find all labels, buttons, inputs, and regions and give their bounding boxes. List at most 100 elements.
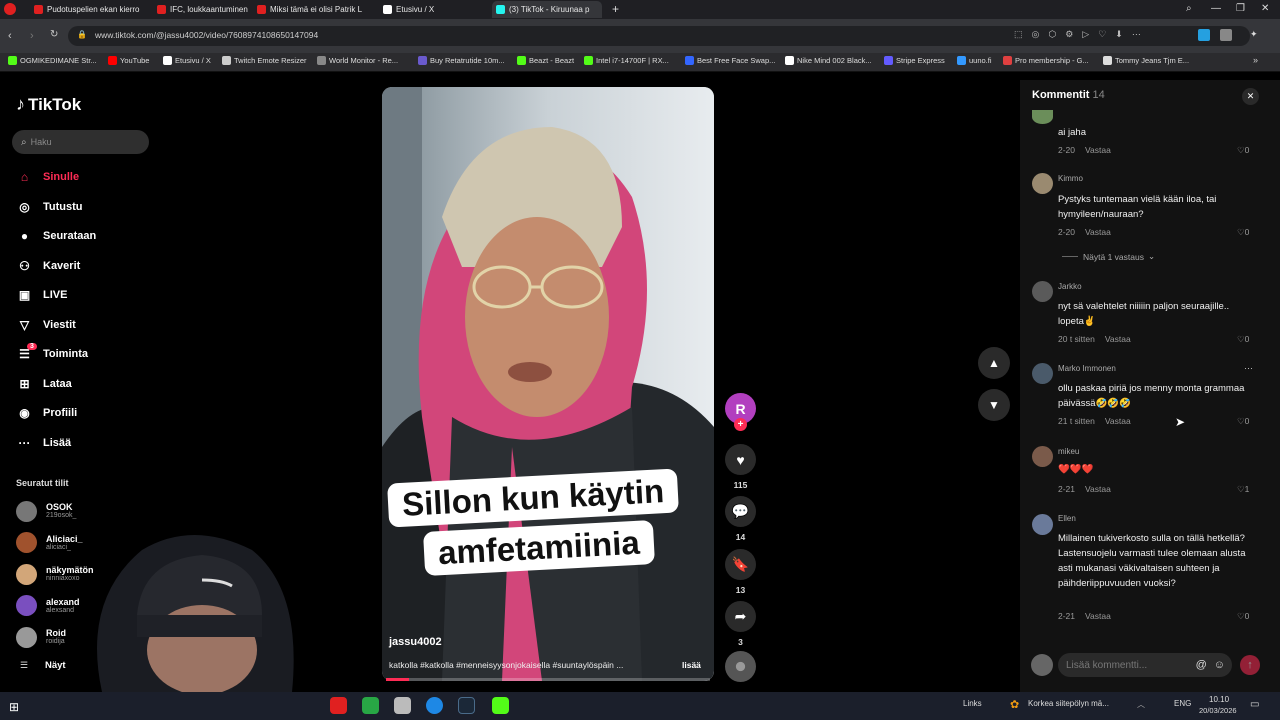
steam-taskbar-icon[interactable] [458,697,475,714]
browser-tab[interactable]: IFC, loukkaantuminen & V [153,1,249,18]
sidebar-item-lisää[interactable]: ··· Lisää [16,432,72,454]
comment-more-button[interactable]: ··· [1244,363,1253,373]
comment-like-button[interactable]: ♡0 [1237,334,1249,345]
edge-taskbar-icon[interactable] [426,697,443,714]
bookmark-item[interactable]: uuno.fi [957,56,992,65]
reply-button[interactable]: Vastaa [1085,484,1111,494]
forward-icon[interactable]: › [30,30,34,42]
comment-author[interactable]: Marko Immonen [1058,364,1116,373]
bookmark-item[interactable]: Stripe Express [884,56,945,65]
reply-button[interactable]: Vastaa [1085,611,1111,621]
bookmark-item[interactable]: World Monitor - Re... [317,56,398,65]
comment-like-button[interactable]: ♡1 [1237,484,1249,495]
music-disc-icon[interactable] [725,651,756,682]
comment-author[interactable]: Ellen [1058,514,1076,523]
bookmark-item[interactable]: Beazt - Beazt [517,56,574,65]
search-tabs-icon[interactable]: ⌕ [1186,3,1192,14]
close-comments-button[interactable]: ✕ [1242,88,1259,105]
tiktok-logo[interactable]: ♪ TikTok [16,94,81,115]
notifications-icon[interactable]: ▭ [1250,699,1259,710]
comment-author[interactable]: Kimmo [1058,174,1083,183]
comment-input[interactable]: Lisää kommentti... @ ☺ [1058,653,1232,677]
bookmarks-more-icon[interactable]: » [1253,55,1258,65]
comment-author[interactable]: mikeu [1058,447,1079,456]
tray-chevron-icon[interactable]: ︿ [1137,699,1145,710]
description-more-link[interactable]: lisää [682,660,701,670]
bookmark-item[interactable]: Etusivu / X [163,56,211,65]
avatar[interactable] [1032,281,1053,302]
search-input[interactable]: ⌕ Haku [12,130,149,154]
like-button[interactable]: ♥ [725,444,756,475]
sidebar-item-profiili[interactable]: ◉ Profiili [16,402,77,424]
emoji-icon[interactable]: ☺ [1214,659,1225,671]
share-button[interactable]: ➦ [725,601,756,632]
clock-time[interactable]: 10.10 [1209,695,1229,704]
comment-author[interactable]: Jarkko [1058,282,1082,291]
comment-button[interactable]: 💬 [725,496,756,527]
app-taskbar-icon[interactable] [362,697,379,714]
app2-taskbar-icon[interactable] [394,697,411,714]
bookmark-item[interactable]: Tommy Jeans Tjm E... [1103,56,1189,65]
browser-tab[interactable]: (3) TikTok - Kiruunaa p [492,1,602,18]
bookmark-item[interactable]: YouTube [108,56,149,65]
close-window-icon[interactable]: ✕ [1261,3,1269,14]
show-replies-button[interactable]: Näytä 1 vastaus ⌄ [1062,251,1155,262]
sidebar-item-sinulle[interactable]: ⌂ Sinulle [16,166,79,188]
minimize-icon[interactable]: — [1211,3,1221,14]
sidebar-item-seurataan[interactable]: ● Seurataan [16,225,96,247]
sidebar-item-toiminta[interactable]: ☰ 3 Toiminta [16,343,88,365]
bookmark-item[interactable]: Intel i7-14700F | RX... [584,56,669,65]
kick-taskbar-icon[interactable] [492,697,509,714]
maximize-icon[interactable]: ❐ [1236,3,1245,14]
comment-like-button[interactable]: ♡0 [1237,611,1249,622]
reply-button[interactable]: Vastaa [1085,227,1111,237]
extension-icon-2[interactable] [1220,29,1232,41]
mention-icon[interactable]: @ [1196,659,1207,671]
sidebar-item-viestit[interactable]: ▽ Viestit [16,314,76,336]
sidebar-item-lataa[interactable]: ⊞ Lataa [16,373,71,395]
back-icon[interactable]: ‹ [8,30,12,42]
ai-icon[interactable]: ✦ [1250,29,1258,40]
browser-tab[interactable]: Pudotuspelien ekan kierro [30,1,146,18]
sidebar-item-kaverit[interactable]: ⚇ Kaverit [16,255,80,277]
reply-button[interactable]: Vastaa [1105,416,1131,426]
sidebar-item-tutustu[interactable]: ◎ Tutustu [16,196,82,218]
bookmark-item[interactable]: Nike Mind 002 Black... [785,56,872,65]
sidebar-item-live[interactable]: ▣ LIVE [16,284,68,306]
bookmark-item[interactable]: Pro membership - G... [1003,56,1089,65]
clock-date[interactable]: 20/03/2026 [1199,706,1237,715]
weather-text[interactable]: Korkea siitepölyn mä... [1028,699,1109,708]
save-button[interactable]: 🔖 [725,549,756,580]
video-progress-bar[interactable] [386,678,710,681]
links-toolbar[interactable]: Links [963,699,982,708]
next-video-button[interactable]: ▼ [978,389,1010,421]
avatar[interactable] [1032,363,1053,384]
language-indicator[interactable]: ENG [1174,699,1191,708]
windows-start-icon[interactable]: ⊞ [9,700,19,714]
opera-taskbar-icon[interactable] [330,697,347,714]
avatar[interactable] [1032,110,1053,124]
video-player[interactable] [382,87,714,681]
bookmark-item[interactable]: Buy Retatrutide 10m... [418,56,505,65]
browser-tab[interactable]: Miksi tämä ei olisi Patrik L [253,1,369,18]
comment-like-button[interactable]: ♡0 [1237,416,1249,427]
browser-tab[interactable]: Etusivu / X [379,1,484,18]
video-username[interactable]: jassu4002 [389,636,442,648]
lock-icon[interactable]: 🔒 [77,30,87,39]
following-account[interactable]: OSOK 219osok_ [16,500,76,522]
opera-logo-icon[interactable] [4,3,16,15]
address-bar-extension-icons[interactable]: ⬚◎⬡⚙▷♡⬇⋯ [1014,29,1150,40]
previous-video-button[interactable]: ▲ [978,347,1010,379]
avatar[interactable] [1032,446,1053,467]
bookmark-item[interactable]: OGMIKEDIMANE Str... [8,56,97,65]
follow-plus-icon[interactable]: + [734,418,747,431]
bookmark-item[interactable]: Twitch Emote Resizer [222,56,307,65]
new-tab-button[interactable]: + [612,2,619,16]
comment-like-button[interactable]: ♡0 [1237,227,1249,238]
reload-icon[interactable]: ↻ [50,29,58,40]
bookmark-item[interactable]: Best Free Face Swap... [685,56,775,65]
avatar[interactable] [1032,173,1053,194]
reply-button[interactable]: Vastaa [1105,334,1131,344]
extension-icon[interactable] [1198,29,1210,41]
send-comment-button[interactable]: ↑ [1240,655,1260,675]
